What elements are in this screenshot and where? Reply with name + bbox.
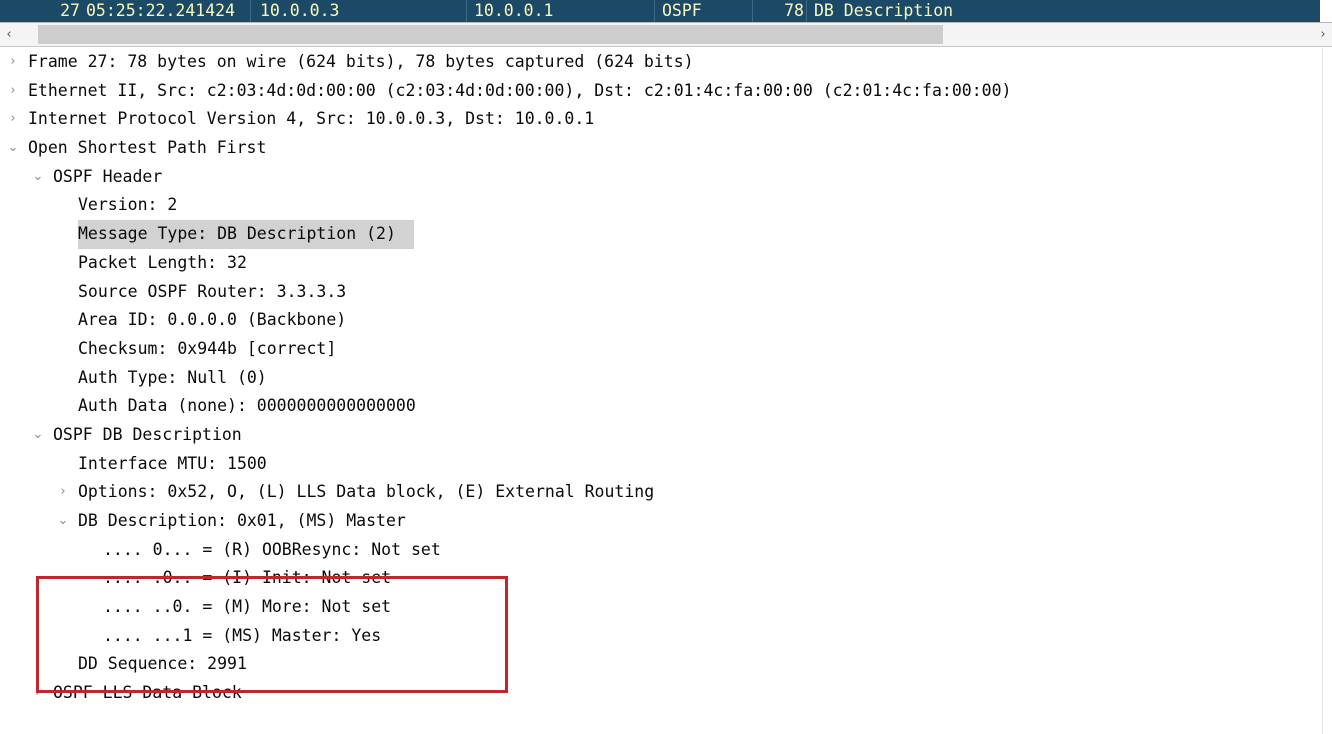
detail-tree-row[interactable]: ⌄ OSPF DB Description (0, 421, 1332, 450)
detail-tree-row[interactable]: ⌄ Open Shortest Path First (0, 134, 1332, 163)
column-separator[interactable] (752, 0, 753, 22)
detail-tree-label-selected: Message Type: DB Description (2) (78, 220, 414, 249)
detail-tree-row[interactable]: Checksum: 0x944b [correct] (0, 335, 1332, 364)
detail-tree-row[interactable]: › Frame 27: 78 bytes on wire (624 bits), … (0, 48, 1332, 77)
column-separator[interactable] (806, 0, 807, 22)
packet-source-cell: 10.0.0.3 (260, 1, 340, 20)
scroll-left-arrow-icon[interactable]: ‹ (0, 23, 18, 46)
chevron-right-icon[interactable]: › (4, 48, 22, 77)
chevron-down-icon[interactable]: ⌄ (29, 163, 47, 192)
detail-tree-label: .... ..0. = (M) More: Not set (103, 597, 392, 617)
detail-tree-label: .... .0.. = (I) Init: Not set (103, 568, 392, 588)
detail-tree-row[interactable]: › Internet Protocol Version 4, Src: 10.0.… (0, 105, 1332, 134)
detail-tree-label: Version: 2 (78, 195, 178, 215)
chevron-right-icon[interactable]: › (29, 679, 47, 708)
detail-tree-row[interactable]: .... 0... = (R) OOBResync: Not set (0, 536, 1332, 565)
detail-tree-label: Source OSPF Router: 3.3.3.3 (78, 281, 347, 301)
chevron-down-icon[interactable]: ⌄ (29, 421, 47, 450)
detail-tree-label: Interface MTU: 1500 (78, 453, 267, 473)
detail-tree-row[interactable]: Auth Type: Null (0) (0, 364, 1332, 393)
detail-tree-label: OSPF LLS Data Block (53, 683, 242, 703)
detail-tree-row[interactable]: .... ...1 = (MS) Master: Yes (0, 622, 1332, 651)
packet-list-horizontal-scrollbar[interactable]: ‹ › (0, 22, 1332, 47)
column-separator[interactable] (654, 0, 655, 22)
scrollbar-thumb[interactable] (38, 25, 943, 44)
chevron-right-icon[interactable]: › (4, 77, 22, 106)
packet-protocol-cell: OSPF (662, 1, 702, 20)
packet-detail-right-edge (1322, 48, 1332, 734)
detail-tree-label: Area ID: 0.0.0.0 (Backbone) (78, 310, 347, 330)
detail-tree-row[interactable]: Message Type: DB Description (2) (0, 220, 1332, 249)
packet-length-cell: 78 (784, 1, 804, 20)
detail-tree-label: Internet Protocol Version 4, Src: 10.0.0… (28, 109, 595, 129)
packet-list-row-selected[interactable]: 27 05:25:22.241424 10.0.0.3 10.0.0.1 OSP… (0, 0, 1332, 22)
detail-tree-row[interactable]: › Ethernet II, Src: c2:03:4d:0d:00:00 (c2… (0, 77, 1332, 106)
detail-tree-row[interactable]: DD Sequence: 2991 (0, 650, 1332, 679)
detail-tree-row[interactable]: Auth Data (none): 0000000000000000 (0, 392, 1332, 421)
detail-tree-row[interactable]: › OSPF LLS Data Block (0, 679, 1332, 708)
column-separator[interactable] (466, 0, 467, 22)
chevron-right-icon[interactable]: › (54, 478, 72, 507)
detail-tree-row[interactable]: ⌄ DB Description: 0x01, (MS) Master (0, 507, 1332, 536)
packet-list-right-edge (1320, 0, 1332, 22)
detail-tree-label: Options: 0x52, O, (L) LLS Data block, (E… (78, 482, 655, 502)
detail-tree-label: Ethernet II, Src: c2:03:4d:0d:00:00 (c2:… (28, 80, 1012, 100)
detail-tree-row[interactable]: .... .0.. = (I) Init: Not set (0, 564, 1332, 593)
detail-tree-row[interactable]: Packet Length: 32 (0, 249, 1332, 278)
chevron-right-icon[interactable]: › (4, 105, 22, 134)
detail-tree-row[interactable]: Interface MTU: 1500 (0, 450, 1332, 479)
detail-tree-label: .... 0... = (R) OOBResync: Not set (103, 539, 441, 559)
detail-tree-row[interactable]: Version: 2 (0, 191, 1332, 220)
detail-tree-label: OSPF Header (53, 166, 163, 186)
detail-tree-label: Checksum: 0x944b [correct] (78, 338, 337, 358)
scrollbar-track[interactable] (18, 23, 1314, 46)
chevron-down-icon[interactable]: ⌄ (54, 507, 72, 536)
detail-tree-label: .... ...1 = (MS) Master: Yes (103, 625, 382, 645)
detail-tree-label: Auth Data (none): 0000000000000000 (78, 396, 416, 416)
detail-tree-label: OSPF DB Description (53, 424, 242, 444)
packet-destination-cell: 10.0.0.1 (474, 1, 554, 20)
packet-list-pane: 27 05:25:22.241424 10.0.0.3 10.0.0.1 OSP… (0, 0, 1332, 22)
scroll-right-arrow-icon[interactable]: › (1314, 23, 1332, 46)
packet-time-cell: 05:25:22.241424 (86, 1, 236, 20)
chevron-down-icon[interactable]: ⌄ (4, 134, 22, 163)
packet-info-cell: DB Description (814, 1, 954, 20)
detail-tree-label: DB Description: 0x01, (MS) Master (78, 511, 406, 530)
wireshark-window: 27 05:25:22.241424 10.0.0.3 10.0.0.1 OSP… (0, 0, 1332, 734)
column-separator[interactable] (250, 0, 251, 22)
detail-tree-label: DD Sequence: 2991 (78, 654, 247, 674)
detail-tree-row[interactable]: › Options: 0x52, O, (L) LLS Data block, (… (0, 478, 1332, 507)
detail-tree-label: Packet Length: 32 (78, 252, 247, 272)
packet-no-cell: 27 (60, 1, 80, 20)
detail-tree-row[interactable]: ⌄ OSPF Header (0, 163, 1332, 192)
detail-tree-label: Auth Type: Null (0) (78, 367, 267, 387)
packet-detail-pane: › Frame 27: 78 bytes on wire (624 bits), … (0, 48, 1332, 734)
detail-tree-label: Open Shortest Path First (28, 138, 267, 158)
detail-tree-row[interactable]: Source OSPF Router: 3.3.3.3 (0, 278, 1332, 307)
detail-tree-label: Frame 27: 78 bytes on wire (624 bits), 7… (28, 52, 694, 71)
detail-tree-row[interactable]: .... ..0. = (M) More: Not set (0, 593, 1332, 622)
detail-tree-row[interactable]: Area ID: 0.0.0.0 (Backbone) (0, 306, 1332, 335)
